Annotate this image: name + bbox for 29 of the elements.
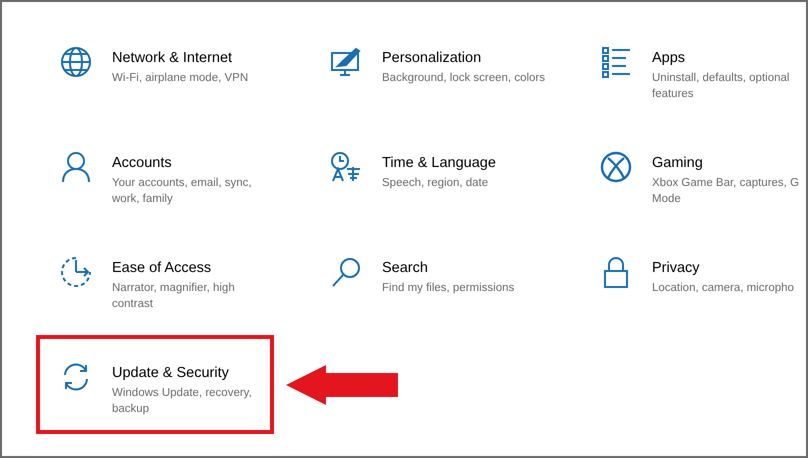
paintbrush-monitor-icon (330, 46, 362, 78)
category-description: Uninstall, defaults, optional features (652, 71, 790, 102)
category-description: Wi-Fi, airplane mode, VPN (112, 71, 250, 86)
category-title[interactable]: Time & Language (382, 153, 557, 173)
search-icon (330, 256, 362, 288)
category-title[interactable]: Network & Internet (112, 48, 262, 68)
category-description: Speech, region, date (382, 176, 490, 191)
dashed-circle-arrow-icon (60, 256, 92, 288)
category-description: Narrator, magnifier, high contrast (112, 281, 236, 312)
category-title[interactable]: Accounts (112, 153, 262, 173)
list-icon (600, 46, 632, 78)
category-title[interactable]: Apps (652, 48, 804, 68)
clock-letters-icon (330, 151, 362, 183)
category-description: Xbox Game Bar, captures, G (652, 176, 800, 191)
category-title[interactable]: Privacy (652, 258, 804, 278)
category-description: Windows Update, recovery, backup (112, 386, 253, 417)
category-title[interactable]: Update & Security (112, 363, 262, 383)
category-description: Your accounts, email, sync, work, family (112, 176, 253, 207)
category-title[interactable]: Search (382, 258, 557, 278)
category-description: Background, lock screen, colors (382, 71, 546, 86)
category-title[interactable]: Ease of Access (112, 258, 262, 278)
globe-icon (60, 46, 92, 78)
person-icon (60, 151, 92, 183)
category-title[interactable]: Gaming (652, 153, 804, 173)
category-title[interactable]: Personalization (382, 48, 557, 68)
category-description: Find my files, permissions (382, 281, 516, 296)
category-description: Location, camera, micropho (652, 281, 795, 296)
xbox-circle-icon (600, 151, 632, 183)
category-description: Mode (652, 192, 682, 207)
